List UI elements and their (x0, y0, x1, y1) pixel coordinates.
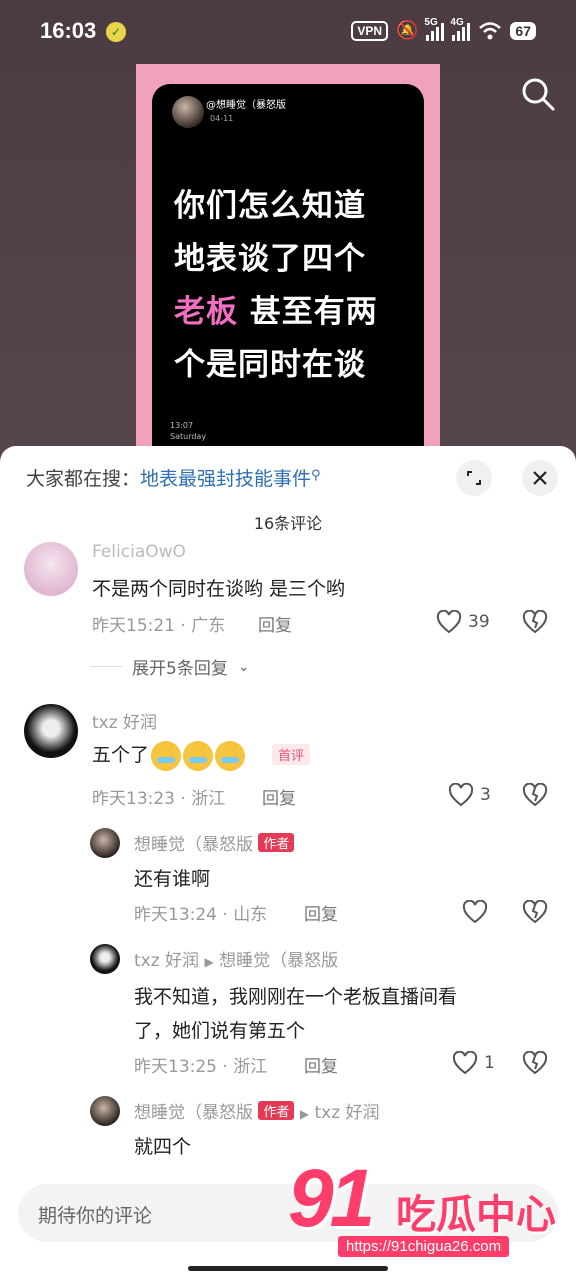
comment-author[interactable]: txz 好润 (92, 708, 157, 733)
avatar[interactable] (24, 704, 78, 758)
comment-meta: 昨天13:23 · 浙江 (92, 789, 226, 809)
heart-icon (452, 1051, 478, 1075)
dislike-icon[interactable] (522, 1051, 548, 1075)
post-highlight: 老板 (174, 294, 238, 330)
watermark-brand: 吃瓜中心 (396, 1192, 556, 1238)
reply-button[interactable]: 回复 (262, 784, 296, 809)
dislike-icon[interactable] (522, 783, 548, 807)
watermark-url: https://91chigua26.com (338, 1236, 510, 1257)
heart-icon (436, 610, 462, 634)
avatar[interactable] (90, 828, 120, 858)
battery-icon: 67 (510, 21, 536, 40)
post-text: 你们怎么知道 地表谈了四个 老板 甚至有两 个是同时在谈 (174, 180, 378, 392)
status-time: 16:03 (40, 18, 97, 43)
avatar[interactable] (24, 542, 78, 596)
reply-author[interactable]: 想睡觉（暴怒版 作者 (134, 830, 295, 855)
wifi-icon (479, 21, 502, 39)
reply-text: 就四个 (134, 1136, 192, 1158)
heart-icon[interactable] (462, 900, 488, 924)
expand-icon (467, 471, 481, 485)
dislike-icon[interactable] (522, 900, 548, 924)
dislike-icon[interactable] (522, 610, 548, 634)
comment-meta: 昨天15:21 · 广东 (92, 616, 226, 636)
reply-button[interactable]: 回复 (304, 900, 338, 925)
comment-author[interactable]: FeliciaOwO (92, 542, 186, 562)
vpn-icon: VPN (351, 20, 388, 41)
author-badge: 作者 (258, 833, 295, 852)
comments-count: 16条评论 (253, 514, 323, 533)
comment-text: 五个了 (92, 740, 246, 771)
reply-button[interactable]: 回复 (258, 611, 292, 636)
comment-text: 不是两个同时在谈哟 是三个哟 (92, 578, 346, 600)
post-line-2: 地表谈了四个 (174, 241, 366, 277)
first-comment-badge: 首评 (272, 744, 311, 765)
crying-emoji-icon (215, 740, 246, 771)
app-notification-icon: ✓ (106, 22, 126, 42)
like-button[interactable]: 3 (448, 783, 491, 807)
search-icon[interactable] (518, 74, 558, 114)
post-author-name: @想睡觉（暴怒版 (206, 100, 286, 111)
like-count: 3 (480, 785, 491, 805)
signal-4g-icon: 4G (450, 17, 471, 41)
post-footer: 13:07 Saturday (170, 421, 207, 441)
reply-meta: 昨天13:25 · 浙江 (134, 1057, 268, 1077)
close-button[interactable] (522, 460, 558, 496)
like-button[interactable]: 39 (436, 610, 490, 634)
author-badge: 作者 (258, 1101, 295, 1120)
mute-icon: 🔕 (396, 20, 419, 40)
reply-author[interactable]: txz 好润 ▶ 想睡觉（暴怒版 (134, 946, 338, 971)
comment-input-placeholder: 期待你的评论 (38, 1205, 153, 1227)
heart-icon (448, 783, 474, 807)
reply-text: 还有谁啊 (134, 868, 211, 890)
divider (90, 666, 122, 667)
reply-arrow-icon: ▶ (299, 1107, 310, 1121)
expand-button[interactable] (456, 460, 492, 496)
post-line-3: 老板 甚至有两 (174, 294, 378, 330)
avatar[interactable] (90, 944, 120, 974)
post-author-avatar (172, 96, 204, 128)
signal-5g-icon: 5G (424, 17, 445, 41)
close-icon (533, 471, 547, 485)
post-date: 04-11 (210, 114, 234, 123)
crying-emoji-icon (183, 740, 214, 771)
status-bar: 16:03 ✓ VPN 🔕 5G 4G 67 (0, 0, 576, 64)
post-line-4: 个是同时在谈 (174, 347, 366, 383)
chevron-down-icon: ⌄ (237, 658, 250, 675)
reply-text-line-1: 我不知道，我刚刚在一个老板直播间看 (134, 986, 458, 1008)
like-count: 39 (468, 612, 490, 632)
like-button[interactable]: 1 (452, 1051, 495, 1075)
avatar[interactable] (90, 1096, 120, 1126)
trending-prefix: 大家都在搜： (26, 468, 141, 490)
reply-button[interactable]: 回复 (304, 1052, 338, 1077)
watermark-number: 91 (288, 1153, 375, 1244)
search-small-icon: ⚲ (311, 468, 321, 483)
reply-arrow-icon: ▶ (204, 955, 214, 969)
video-area[interactable]: 16:03 ✓ VPN 🔕 5G 4G 67 @想睡觉（暴怒版 04-11 你们… (0, 0, 576, 460)
watermark: 91 吃瓜中心 https://91chigua26.com (288, 1152, 568, 1270)
reply-text-line-2: 了，她们说有第五个 (134, 1020, 306, 1042)
reply-author[interactable]: 想睡觉（暴怒版 作者 ▶ txz 好润 (134, 1098, 380, 1123)
crying-emoji-icon (151, 740, 182, 771)
trending-search[interactable]: 大家都在搜：地表最强封技能事件⚲ (26, 464, 321, 491)
expand-replies[interactable]: 展开5条回复 ⌄ (90, 654, 250, 679)
post-image: @想睡觉（暴怒版 04-11 你们怎么知道 地表谈了四个 老板 甚至有两 个是同… (152, 84, 424, 460)
reply-meta: 昨天13:24 · 山东 (134, 905, 268, 925)
like-count: 1 (484, 1053, 495, 1073)
post-line-1: 你们怎么知道 (174, 188, 366, 224)
trending-query[interactable]: 地表最强封技能事件 (140, 468, 311, 490)
